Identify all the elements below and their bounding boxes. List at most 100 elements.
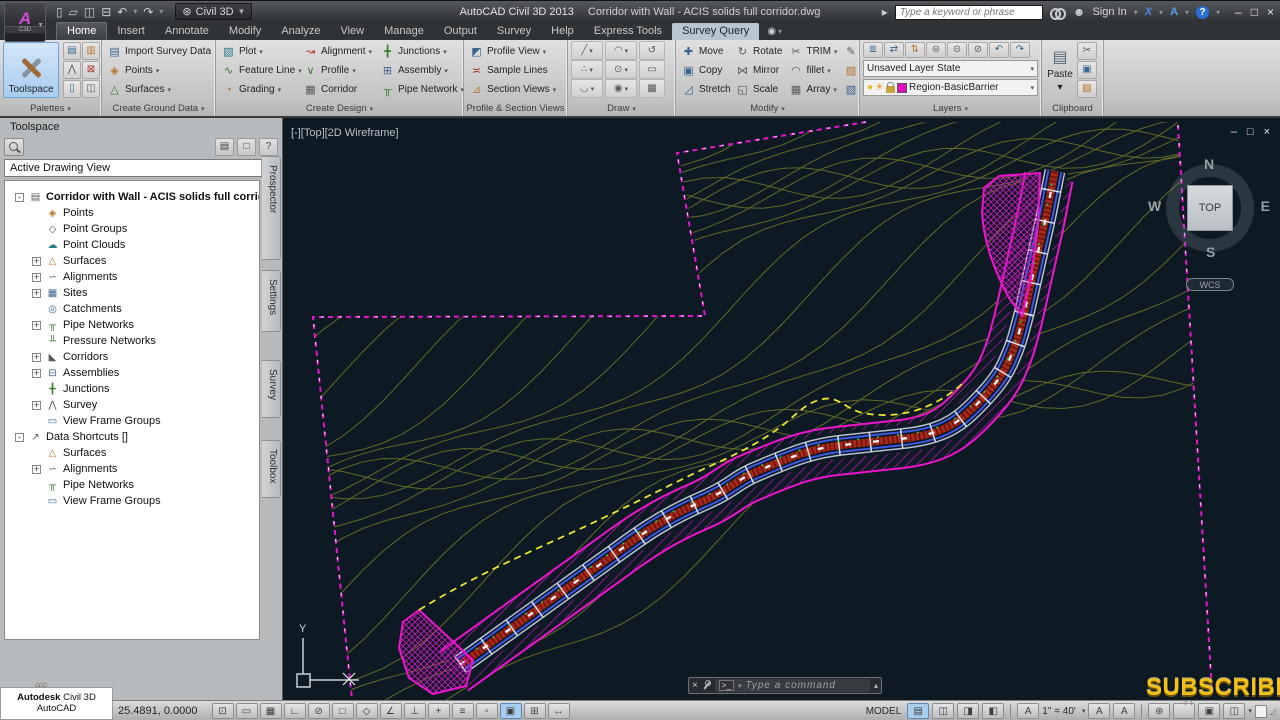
sign-in-link[interactable]: Sign In [1092, 6, 1126, 18]
chevron-down-icon[interactable]: ▾ [1159, 8, 1163, 17]
quick-view-drawings-button[interactable]: ◧ [982, 703, 1005, 719]
chevron-down-icon[interactable]: ▾ [1216, 8, 1220, 17]
tab-express-tools[interactable]: Express Tools [584, 23, 672, 40]
tool-palettes-button[interactable]: ▥ [82, 42, 100, 60]
ortho-mode-toggle[interactable]: ∟ [283, 702, 306, 719]
tree-item-drawing[interactable]: - ▤ Corridor with Wall - ACIS solids ful… [5, 189, 259, 205]
expand-toggle[interactable]: + [32, 288, 41, 298]
chevron-down-icon[interactable]: ▾ [1082, 707, 1086, 715]
search-arrow-icon[interactable]: ▸ [882, 5, 888, 19]
preview-toggle-button[interactable]: □ [237, 138, 256, 156]
restore-button[interactable]: □ [1247, 126, 1254, 138]
revision-cloud-button[interactable]: ↺ [639, 41, 665, 60]
undo-button[interactable]: ↶ [117, 5, 127, 19]
dynamic-ucs-toggle[interactable]: ⊥ [403, 702, 426, 719]
exchange-apps-icon[interactable]: X [1145, 6, 1152, 18]
expand-toggle[interactable]: - [15, 192, 24, 202]
annotation-scale-value[interactable]: 1" = 40' [1042, 706, 1076, 717]
tree-item-pressure-networks[interactable]: ╨ Pressure Networks [5, 333, 259, 349]
paste-button[interactable]: ▤ Paste ▾ [1045, 42, 1075, 98]
panel-label-modify[interactable]: Modify ▾ [676, 102, 859, 116]
tree-item-point-clouds[interactable]: ☁ Point Clouds [5, 237, 259, 253]
edit-hatch-button[interactable]: ▨ [841, 61, 859, 80]
polyline-button[interactable]: ◡ ▾ [571, 79, 603, 98]
autodesk-360-icon[interactable]: A [1170, 6, 1178, 18]
expand-toggle[interactable]: + [32, 352, 41, 362]
expand-toggle[interactable]: + [32, 320, 41, 330]
arc-button[interactable]: ◠ ▾ [605, 41, 637, 60]
expand-toggle[interactable]: + [32, 272, 41, 282]
viewcube-west[interactable]: W [1148, 198, 1161, 214]
viewcube-top-face[interactable]: TOP [1187, 185, 1233, 231]
survey-palette-button[interactable]: ⋀ [63, 61, 81, 79]
tree-item-survey[interactable]: + ⋀ Survey [5, 397, 259, 413]
tab-survey-query[interactable]: Survey Query [672, 23, 760, 40]
tab-modify[interactable]: Modify [219, 23, 271, 40]
annotation-visibility-button[interactable]: A [1088, 703, 1111, 719]
wcs-menu[interactable]: WCS [1186, 278, 1234, 291]
panel-label-create-ground-data[interactable]: Create Ground Data ▾ [102, 102, 215, 116]
junctions-button[interactable]: ╋ Junctions ▾ [378, 42, 460, 61]
tab-survey[interactable]: Survey [487, 23, 541, 40]
open-file-button[interactable]: ▱ [69, 5, 78, 19]
expand-toggle[interactable]: + [32, 464, 41, 474]
lock-ui-button[interactable] [1173, 703, 1196, 719]
array-button[interactable]: ▦ Array ▾ [786, 80, 839, 99]
ellipse-button[interactable]: ◉ ▾ [605, 79, 637, 98]
quick-properties-toggle[interactable]: ▣ [499, 702, 522, 719]
chevron-down-icon[interactable]: ▾ [738, 682, 742, 690]
restore-button[interactable]: □ [1251, 5, 1258, 19]
assembly-button[interactable]: ⊞ Assembly ▾ [378, 61, 460, 80]
chevron-down-icon[interactable]: ▾ [1134, 8, 1138, 17]
undo-dropdown[interactable]: ▾ [133, 7, 137, 16]
hatch-button[interactable]: ▩ [639, 79, 665, 98]
application-menu-button[interactable]: A C3D ▼ [4, 2, 46, 42]
tab-prospector[interactable]: Prospector [262, 156, 281, 260]
tree-item-sites[interactable]: + ▦ Sites [5, 285, 259, 301]
expand-toggle[interactable]: + [32, 400, 41, 410]
help-button[interactable]: ? [259, 138, 278, 156]
dynamic-input-toggle[interactable]: + [427, 702, 450, 719]
viewcube[interactable]: N W E S TOP WCS [1148, 156, 1270, 291]
tree-item-ds-view-frame-groups[interactable]: ▭ View Frame Groups [5, 493, 259, 509]
chevron-down-icon[interactable]: ▾ [1185, 8, 1189, 17]
paste-special-button[interactable]: ▨ [1077, 80, 1097, 98]
close-button[interactable]: × [1267, 5, 1274, 19]
infer-constraints-toggle[interactable]: ⊡ [211, 702, 234, 719]
quick-view-layouts-button[interactable]: ◨ [957, 703, 980, 719]
workspace-switcher[interactable]: ⊛ Civil 3D ▼ [175, 3, 253, 20]
trim-button[interactable]: ✂ TRIM ▾ [786, 42, 839, 61]
tree-item-corridors[interactable]: + ◣ Corridors [5, 349, 259, 365]
transparency-toggle[interactable]: ▫ [475, 702, 498, 719]
tree-item-ds-surfaces[interactable]: △ Surfaces [5, 445, 259, 461]
layer-off-button[interactable]: ↶ [989, 42, 1009, 58]
tab-settings[interactable]: Settings [262, 270, 281, 332]
panel-label-clipboard[interactable]: Clipboard [1042, 102, 1103, 116]
print-button[interactable]: ⊟ [101, 5, 111, 19]
snap-mode-toggle[interactable]: ▭ [235, 702, 258, 719]
layer-unisolate-button[interactable]: ⊝ [947, 42, 967, 58]
expand-toggle[interactable]: - [15, 432, 24, 442]
expand-toggle[interactable]: + [32, 368, 41, 378]
points-button[interactable]: ◈ Points ▾ [105, 61, 212, 80]
toolbox-button[interactable]: ⊠ [82, 61, 100, 79]
tab-annotate[interactable]: Annotate [155, 23, 219, 40]
pipe-network-button[interactable]: ╥ Pipe Network ▾ [378, 80, 464, 99]
redo-button[interactable]: ↷ [143, 5, 153, 19]
cut-button[interactable]: ✂ [1077, 42, 1097, 60]
layer-freeze-button[interactable]: ⊘ [968, 42, 988, 58]
match-properties-button[interactable]: ✎ [841, 42, 859, 61]
command-line[interactable]: × >_ ▾ Type a command ▴ [688, 677, 882, 694]
isolate-objects-button[interactable]: ▣ [1198, 703, 1221, 719]
tab-manage[interactable]: Manage [374, 23, 434, 40]
wrench-icon[interactable] [702, 680, 711, 691]
tree-item-pipe-networks[interactable]: + ╥ Pipe Networks [5, 317, 259, 333]
tree-item-alignments[interactable]: + ∽ Alignments [5, 269, 259, 285]
layer-dropdown[interactable]: ● ☀ Region-BasicBarrier ▾ [863, 79, 1038, 96]
panel-label-palettes[interactable]: Palettes ▾ [0, 102, 101, 116]
circle-button[interactable]: ⊙ ▾ [605, 60, 637, 79]
multipoint-button[interactable]: ∴ ▾ [571, 60, 603, 79]
tree-item-surfaces[interactable]: + △ Surfaces [5, 253, 259, 269]
viewport-controls-label[interactable]: [-][Top][2D Wireframe] [291, 127, 399, 139]
tree-item-points[interactable]: ◈ Points [5, 205, 259, 221]
